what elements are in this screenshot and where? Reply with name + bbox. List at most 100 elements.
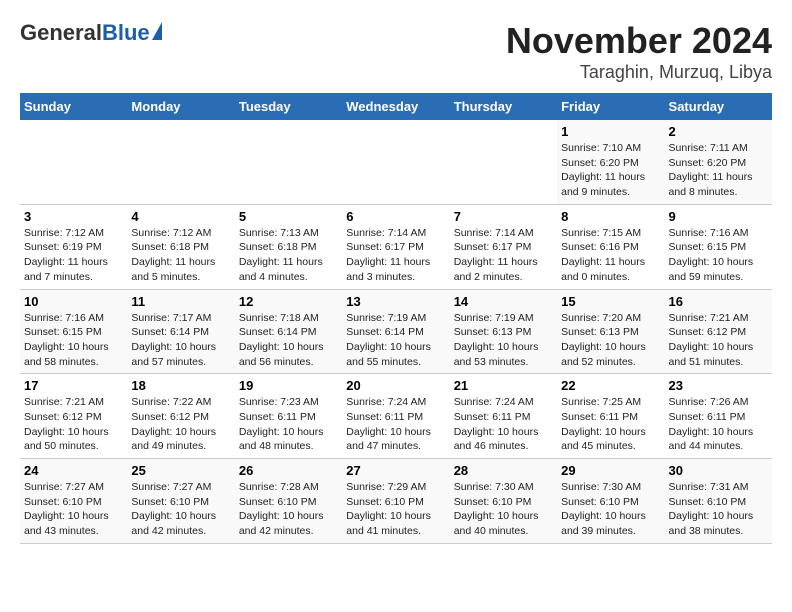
day-number: 13 [346,294,445,309]
day-number: 12 [239,294,338,309]
weekday-header-thursday: Thursday [450,93,557,120]
day-info: Sunrise: 7:21 AM Sunset: 6:12 PM Dayligh… [24,395,123,454]
calendar-cell: 2 Sunrise: 7:11 AM Sunset: 6:20 PM Daylig… [665,120,772,204]
calendar-cell: 11 Sunrise: 7:17 AM Sunset: 6:14 PM Dayli… [127,289,234,374]
calendar-cell: 9 Sunrise: 7:16 AM Sunset: 6:15 PM Daylig… [665,204,772,289]
day-info: Sunrise: 7:12 AM Sunset: 6:18 PM Dayligh… [131,226,230,285]
logo-blue: Blue [102,20,150,46]
calendar-cell: 20Sunrise: 7:24 AM Sunset: 6:11 PM Dayli… [342,374,449,459]
calendar-cell [342,120,449,204]
day-info: Sunrise: 7:24 AM Sunset: 6:11 PM Dayligh… [454,395,553,454]
day-number: 19 [239,378,338,393]
day-number: 7 [454,209,553,224]
calendar-cell: 29Sunrise: 7:30 AM Sunset: 6:10 PM Dayli… [557,459,664,544]
calendar-cell: 14Sunrise: 7:19 AM Sunset: 6:13 PM Dayli… [450,289,557,374]
calendar-cell [127,120,234,204]
calendar-cell: 28 Sunrise: 7:30 AM Sunset: 6:10 PM Dayli… [450,459,557,544]
calendar-cell: 17 Sunrise: 7:21 AM Sunset: 6:12 PM Dayli… [20,374,127,459]
day-number: 25 [131,463,230,478]
day-number: 27 [346,463,445,478]
day-info: Sunrise: 7:14 AM Sunset: 6:17 PM Dayligh… [346,226,445,285]
day-number: 29 [561,463,660,478]
calendar-week-row: 24Sunrise: 7:27 AM Sunset: 6:10 PM Dayli… [20,459,772,544]
calendar-cell [20,120,127,204]
day-number: 20 [346,378,445,393]
calendar-cell: 15 Sunrise: 7:20 AM Sunset: 6:13 PM Dayli… [557,289,664,374]
day-number: 5 [239,209,338,224]
weekday-header-friday: Friday [557,93,664,120]
day-number: 23 [669,378,768,393]
calendar-cell: 3 Sunrise: 7:12 AM Sunset: 6:19 PM Daylig… [20,204,127,289]
calendar-cell: 12 Sunrise: 7:18 AM Sunset: 6:14 PM Dayli… [235,289,342,374]
month-title: November 2024 [506,20,772,62]
weekday-header-saturday: Saturday [665,93,772,120]
day-number: 28 [454,463,553,478]
calendar-cell: 18Sunrise: 7:22 AM Sunset: 6:12 PM Dayli… [127,374,234,459]
weekday-header-tuesday: Tuesday [235,93,342,120]
day-number: 30 [669,463,768,478]
day-info: Sunrise: 7:17 AM Sunset: 6:14 PM Dayligh… [131,311,230,370]
calendar-week-row: 10 Sunrise: 7:16 AM Sunset: 6:15 PM Dayli… [20,289,772,374]
day-info: Sunrise: 7:14 AM Sunset: 6:17 PM Dayligh… [454,226,553,285]
day-number: 6 [346,209,445,224]
day-number: 11 [131,294,230,309]
calendar-cell: 8Sunrise: 7:15 AM Sunset: 6:16 PM Daylig… [557,204,664,289]
day-number: 26 [239,463,338,478]
logo-triangle-icon [152,22,162,40]
day-number: 1 [561,124,660,139]
calendar-cell: 13 Sunrise: 7:19 AM Sunset: 6:14 PM Dayli… [342,289,449,374]
calendar-cell: 30Sunrise: 7:31 AM Sunset: 6:10 PM Dayli… [665,459,772,544]
day-number: 4 [131,209,230,224]
calendar-cell: 7 Sunrise: 7:14 AM Sunset: 6:17 PM Daylig… [450,204,557,289]
day-info: Sunrise: 7:23 AM Sunset: 6:11 PM Dayligh… [239,395,338,454]
calendar-cell: 16Sunrise: 7:21 AM Sunset: 6:12 PM Dayli… [665,289,772,374]
day-number: 18 [131,378,230,393]
calendar-cell: 26 Sunrise: 7:28 AM Sunset: 6:10 PM Dayli… [235,459,342,544]
day-info: Sunrise: 7:10 AM Sunset: 6:20 PM Dayligh… [561,141,660,200]
day-number: 17 [24,378,123,393]
day-info: Sunrise: 7:27 AM Sunset: 6:10 PM Dayligh… [24,480,123,539]
day-info: Sunrise: 7:27 AM Sunset: 6:10 PM Dayligh… [131,480,230,539]
location: Taraghin, Murzuq, Libya [506,62,772,83]
page-header: GeneralBlue November 2024 Taraghin, Murz… [20,20,772,83]
weekday-header-sunday: Sunday [20,93,127,120]
day-number: 15 [561,294,660,309]
calendar-cell [450,120,557,204]
day-number: 8 [561,209,660,224]
day-number: 10 [24,294,123,309]
calendar-week-row: 17 Sunrise: 7:21 AM Sunset: 6:12 PM Dayli… [20,374,772,459]
day-info: Sunrise: 7:11 AM Sunset: 6:20 PM Dayligh… [669,141,768,200]
calendar-table: SundayMondayTuesdayWednesdayThursdayFrid… [20,93,772,544]
day-info: Sunrise: 7:16 AM Sunset: 6:15 PM Dayligh… [669,226,768,285]
day-number: 3 [24,209,123,224]
calendar-week-row: 1 Sunrise: 7:10 AM Sunset: 6:20 PM Daylig… [20,120,772,204]
day-info: Sunrise: 7:19 AM Sunset: 6:14 PM Dayligh… [346,311,445,370]
logo-text: GeneralBlue [20,20,162,46]
day-number: 9 [669,209,768,224]
day-info: Sunrise: 7:16 AM Sunset: 6:15 PM Dayligh… [24,311,123,370]
day-info: Sunrise: 7:12 AM Sunset: 6:19 PM Dayligh… [24,226,123,285]
calendar-cell: 21Sunrise: 7:24 AM Sunset: 6:11 PM Dayli… [450,374,557,459]
day-info: Sunrise: 7:28 AM Sunset: 6:10 PM Dayligh… [239,480,338,539]
day-number: 22 [561,378,660,393]
weekday-header-wednesday: Wednesday [342,93,449,120]
calendar-cell: 6 Sunrise: 7:14 AM Sunset: 6:17 PM Daylig… [342,204,449,289]
day-info: Sunrise: 7:29 AM Sunset: 6:10 PM Dayligh… [346,480,445,539]
calendar-cell: 27 Sunrise: 7:29 AM Sunset: 6:10 PM Dayli… [342,459,449,544]
day-info: Sunrise: 7:26 AM Sunset: 6:11 PM Dayligh… [669,395,768,454]
calendar-cell: 22Sunrise: 7:25 AM Sunset: 6:11 PM Dayli… [557,374,664,459]
logo-general: General [20,20,102,46]
calendar-cell: 25 Sunrise: 7:27 AM Sunset: 6:10 PM Dayli… [127,459,234,544]
day-info: Sunrise: 7:20 AM Sunset: 6:13 PM Dayligh… [561,311,660,370]
day-info: Sunrise: 7:18 AM Sunset: 6:14 PM Dayligh… [239,311,338,370]
logo: GeneralBlue [20,20,162,46]
calendar-cell: 10 Sunrise: 7:16 AM Sunset: 6:15 PM Dayli… [20,289,127,374]
calendar-cell: 1 Sunrise: 7:10 AM Sunset: 6:20 PM Daylig… [557,120,664,204]
day-info: Sunrise: 7:30 AM Sunset: 6:10 PM Dayligh… [454,480,553,539]
calendar-week-row: 3 Sunrise: 7:12 AM Sunset: 6:19 PM Daylig… [20,204,772,289]
calendar-cell: 19 Sunrise: 7:23 AM Sunset: 6:11 PM Dayli… [235,374,342,459]
calendar-cell: 23 Sunrise: 7:26 AM Sunset: 6:11 PM Dayli… [665,374,772,459]
day-number: 2 [669,124,768,139]
calendar-cell: 24Sunrise: 7:27 AM Sunset: 6:10 PM Dayli… [20,459,127,544]
calendar-cell: 5Sunrise: 7:13 AM Sunset: 6:18 PM Daylig… [235,204,342,289]
